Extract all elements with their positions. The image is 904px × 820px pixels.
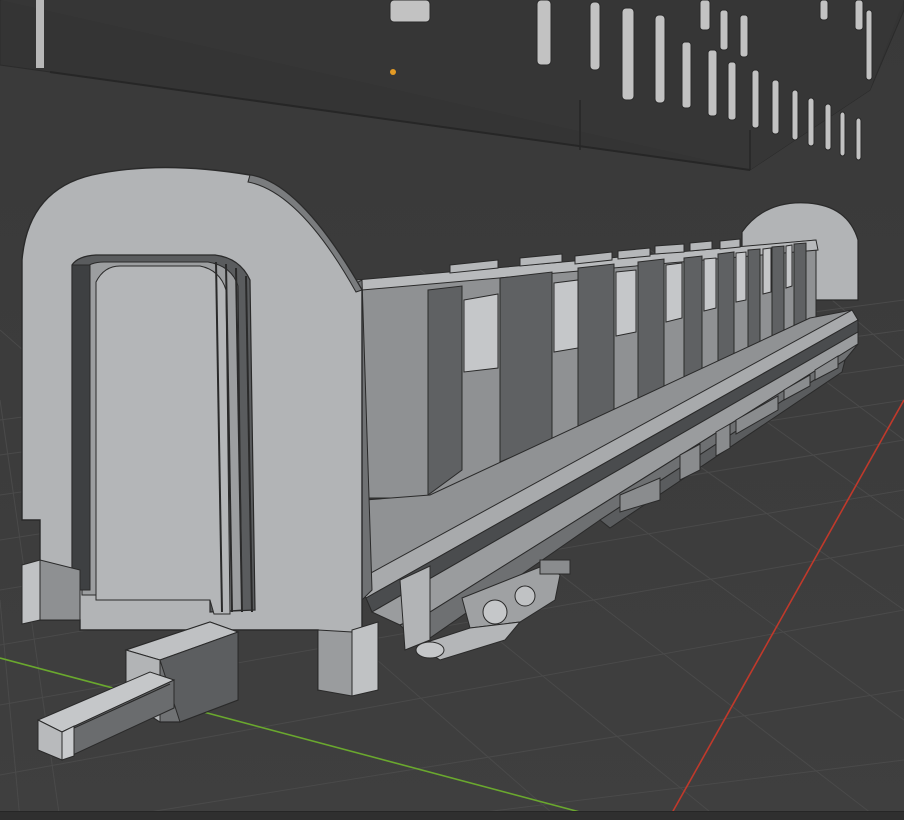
viewport-bottom-edge [0, 811, 904, 820]
viewport-scene[interactable] [0, 0, 904, 820]
end-door-frame [71, 254, 256, 615]
object-origin-dot [390, 69, 396, 75]
3d-viewport[interactable] [0, 0, 904, 820]
